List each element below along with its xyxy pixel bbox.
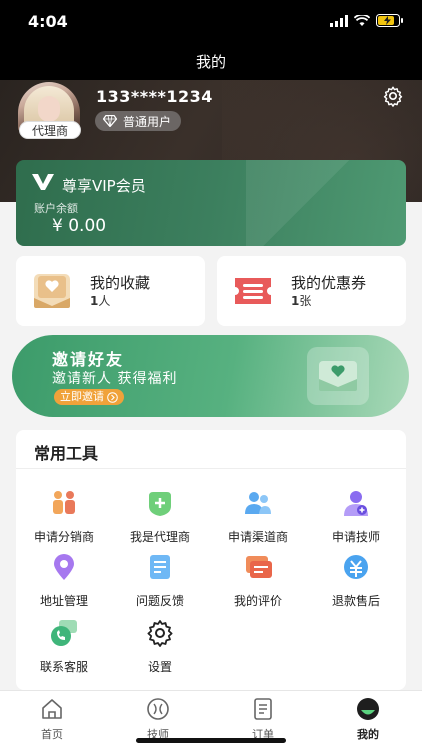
invite-now-button[interactable]: 立即邀请 — [54, 389, 124, 405]
invite-envelope-art — [307, 347, 369, 405]
wifi-icon — [354, 14, 370, 26]
coupon-icon — [235, 278, 271, 304]
status-icons — [330, 14, 404, 27]
settings-gear-icon[interactable] — [382, 85, 404, 107]
channel-icon — [245, 492, 271, 514]
favorites-card[interactable]: 我的收藏 1人 — [16, 256, 205, 326]
tool-label: 申请渠道商 — [227, 530, 288, 544]
divider — [16, 468, 406, 469]
agent-icon — [149, 492, 171, 516]
tab-home[interactable]: 首页 — [22, 697, 82, 742]
tab-label: 首页 — [41, 728, 63, 741]
home-indicator — [136, 738, 286, 743]
tool-refund-aftersales[interactable]: 退款售后 — [308, 552, 404, 609]
tool-label: 退款售后 — [331, 594, 380, 608]
review-icon — [246, 556, 272, 578]
user-level-label: 普通用户 — [123, 114, 172, 129]
customer-service-icon — [51, 620, 77, 646]
technician-tab-icon — [147, 698, 169, 720]
order-icon — [254, 698, 272, 720]
tool-label: 我是代理商 — [129, 530, 190, 544]
vip-logo-icon — [32, 174, 54, 190]
feedback-icon — [150, 555, 170, 579]
invite-title: 邀请好友 — [52, 350, 125, 369]
user-phone: 133****1234 — [96, 87, 213, 106]
page-title: 我的 — [0, 44, 422, 80]
home-icon — [42, 699, 62, 719]
status-time: 4:04 — [28, 12, 68, 31]
invite-subtitle: 邀请新人 获得福利 — [52, 371, 178, 387]
vip-card-decoration — [246, 160, 366, 246]
tool-i-am-agent[interactable]: 我是代理商 — [112, 488, 208, 545]
tab-technician[interactable]: 技师 — [128, 697, 188, 742]
tool-label: 申请技师 — [331, 530, 380, 544]
tool-apply-technician[interactable]: 申请技师 — [308, 488, 404, 545]
tool-my-reviews[interactable]: 我的评价 — [210, 552, 306, 609]
agent-badge: 代理商 — [19, 121, 81, 139]
tool-apply-distributor[interactable]: 申请分销商 — [16, 488, 112, 545]
coupons-count-unit: 张 — [299, 294, 312, 308]
tool-apply-channel[interactable]: 申请渠道商 — [210, 488, 306, 545]
tool-label: 联系客服 — [39, 660, 88, 674]
favorites-count-unit: 人 — [98, 294, 111, 308]
tool-label: 申请分销商 — [33, 530, 94, 544]
profile-tab-icon — [357, 698, 379, 720]
coupons-title: 我的优惠券 — [291, 274, 367, 292]
favorites-title: 我的收藏 — [90, 274, 151, 292]
tab-label: 我的 — [357, 728, 379, 741]
tools-section: 常用工具 申请分销商 我是代理商 申请渠道商 申请技师 地址管理 问题反馈 我的… — [16, 430, 406, 690]
tab-orders[interactable]: 订单 — [233, 697, 293, 742]
tool-feedback[interactable]: 问题反馈 — [112, 552, 208, 609]
arrow-right-icon — [107, 391, 118, 403]
battery-icon — [376, 14, 403, 27]
balance-label: 账户余额 — [34, 202, 78, 215]
vip-card[interactable]: 尊享VIP会员 账户余额 ¥ 0.00 — [16, 160, 406, 246]
tool-label: 我的评价 — [233, 594, 282, 608]
vip-title: 尊享VIP会员 — [62, 177, 146, 195]
tools-title: 常用工具 — [34, 444, 99, 463]
signal-icon — [330, 14, 348, 27]
technician-icon — [344, 491, 368, 516]
tool-settings[interactable]: 设置 — [112, 618, 208, 675]
tab-profile[interactable]: 我的 — [338, 697, 398, 742]
avatar-face — [38, 96, 60, 122]
refund-icon — [344, 555, 368, 579]
tool-label: 问题反馈 — [135, 594, 184, 608]
favorites-icon — [34, 274, 70, 308]
envelope-icon — [319, 361, 357, 391]
settings-icon — [147, 620, 173, 647]
tool-address-management[interactable]: 地址管理 — [16, 552, 112, 609]
diamond-icon — [103, 115, 117, 127]
distributor-icon — [53, 491, 75, 514]
coupons-card[interactable]: 我的优惠券 1张 — [217, 256, 406, 326]
tool-label: 设置 — [147, 660, 172, 674]
coupons-count: 1张 — [291, 292, 311, 309]
status-bar: 4:04 — [0, 0, 422, 44]
balance-value: ¥ 0.00 — [52, 216, 107, 236]
invite-banner[interactable]: 邀请好友 邀请新人 获得福利 立即邀请 — [12, 335, 409, 417]
location-icon — [54, 554, 74, 580]
user-level-badge: 普通用户 — [95, 111, 182, 131]
invite-button-label: 立即邀请 — [60, 390, 104, 403]
favorites-count: 1人 — [90, 292, 110, 309]
tool-label: 地址管理 — [39, 594, 88, 608]
tool-contact-service[interactable]: 联系客服 — [16, 618, 112, 675]
